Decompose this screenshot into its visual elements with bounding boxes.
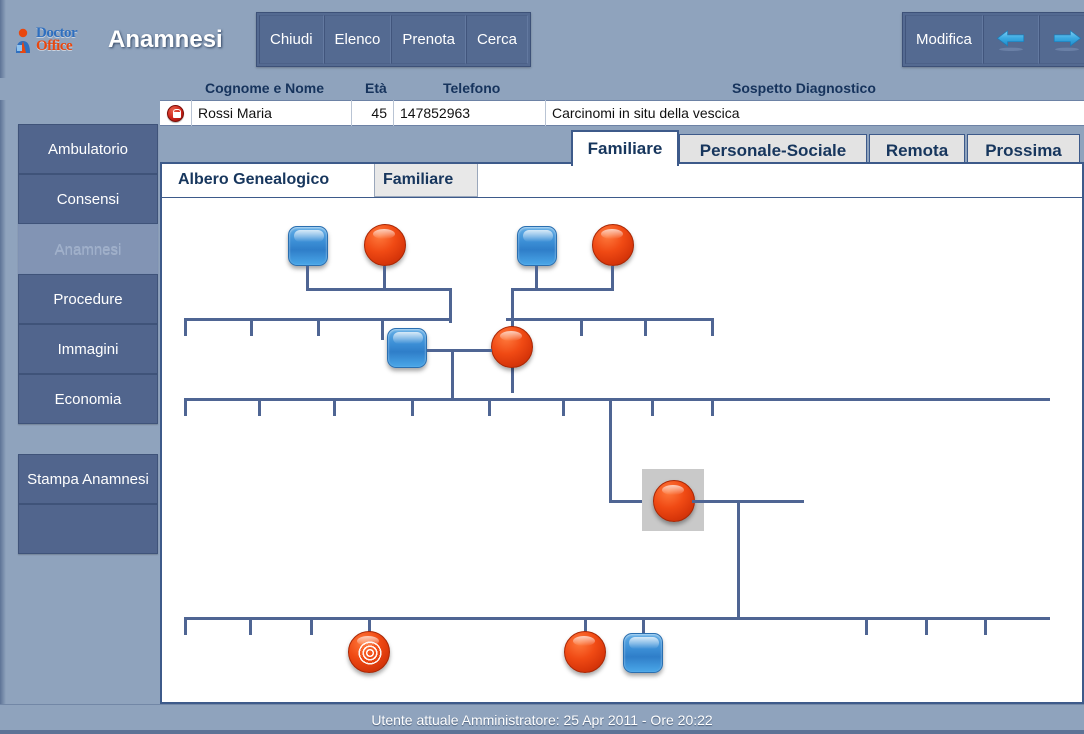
sibling-tick bbox=[310, 617, 313, 635]
patient-phone-cell[interactable]: 147852963 bbox=[394, 100, 546, 126]
previous-record-button[interactable] bbox=[982, 15, 1039, 64]
female-node-icon bbox=[592, 224, 634, 266]
sibling-tick bbox=[562, 398, 565, 416]
tree-line bbox=[511, 288, 538, 291]
male-node-icon bbox=[288, 226, 328, 266]
sibling-tick bbox=[249, 617, 252, 635]
page-title: Anamnesi bbox=[108, 26, 223, 53]
patient-table-header: Cognome e Nome Età Telefono Sospetto Dia… bbox=[160, 78, 1084, 100]
sidebar-item-economia[interactable]: Economia bbox=[18, 374, 158, 424]
modifica-button[interactable]: Modifica bbox=[905, 15, 983, 64]
logo-text-office: Office bbox=[36, 38, 73, 54]
sibling-tick bbox=[580, 318, 583, 336]
arrow-right-icon bbox=[1053, 29, 1082, 51]
male-node-icon bbox=[623, 633, 663, 673]
elenco-button[interactable]: Elenco bbox=[323, 15, 392, 64]
genealogy-tree-canvas[interactable] bbox=[172, 206, 1072, 696]
column-header-phone: Telefono bbox=[443, 80, 501, 96]
column-header-diagnosis: Sospetto Diagnostico bbox=[732, 80, 876, 96]
tree-line bbox=[535, 266, 538, 290]
patient-status-cell[interactable] bbox=[160, 100, 192, 126]
toolbar-left-group: Chiudi Elenco Prenota Cerca bbox=[256, 12, 531, 67]
tree-line bbox=[611, 266, 614, 290]
sibling-tick bbox=[711, 398, 714, 416]
sibling-bar bbox=[184, 617, 1050, 620]
sibling-bar bbox=[506, 318, 714, 321]
tree-line bbox=[383, 266, 386, 290]
female-node-icon bbox=[653, 480, 695, 522]
content-panel: Albero Genealogico Familiare bbox=[160, 162, 1084, 704]
sibling-tick bbox=[651, 398, 654, 416]
sibling-tick bbox=[250, 318, 253, 336]
tab-familiare[interactable]: Familiare bbox=[571, 130, 679, 166]
chiudi-button[interactable]: Chiudi bbox=[259, 15, 324, 64]
tree-line bbox=[427, 349, 492, 352]
sidebar-item-consensi[interactable]: Consensi bbox=[18, 174, 158, 224]
window-left-edge bbox=[0, 0, 6, 78]
arrow-left-icon bbox=[996, 29, 1024, 51]
toolbar-right-group: Modifica bbox=[902, 12, 1084, 67]
status-bar-text: Utente attuale Amministratore: 25 Apr 20… bbox=[371, 711, 713, 728]
sub-tab-bar: Albero Genealogico Familiare bbox=[162, 164, 1082, 198]
male-node-icon bbox=[517, 226, 557, 266]
sibling-tick bbox=[184, 398, 187, 416]
tree-line bbox=[451, 349, 454, 399]
sibling-tick bbox=[644, 318, 647, 336]
sibling-tick bbox=[317, 318, 320, 336]
column-header-name: Cognome e Nome bbox=[205, 80, 325, 96]
patient-row[interactable]: Rossi Maria 45 147852963 Carcinomi in si… bbox=[160, 100, 1084, 126]
sidebar-item-spare[interactable] bbox=[18, 504, 158, 554]
female-node-icon bbox=[564, 631, 606, 673]
sibling-tick bbox=[258, 398, 261, 416]
sidebar-item-anamnesi[interactable]: Anamnesi bbox=[18, 224, 158, 274]
female-node-icon bbox=[491, 326, 533, 368]
tree-line bbox=[535, 288, 614, 291]
subtab-albero-genealogico[interactable]: Albero Genealogico bbox=[170, 164, 372, 197]
column-header-age: Età bbox=[365, 80, 387, 96]
sibling-tick bbox=[184, 318, 187, 336]
sidebar-left-edge bbox=[0, 100, 6, 704]
patient-name-cell[interactable]: Rossi Maria bbox=[192, 100, 352, 126]
sibling-tick bbox=[984, 617, 987, 635]
female-affected-node-icon bbox=[348, 631, 390, 673]
sibling-tick bbox=[488, 398, 491, 416]
sidebar-item-ambulatorio[interactable]: Ambulatorio bbox=[18, 124, 158, 174]
male-node-icon bbox=[387, 328, 427, 368]
prenota-button[interactable]: Prenota bbox=[391, 15, 466, 64]
sibling-bar bbox=[184, 398, 1050, 401]
sidebar-item-immagini[interactable]: Immagini bbox=[18, 324, 158, 374]
main-tab-bar: Familiare Personale-Sociale Remota Pross… bbox=[160, 126, 1084, 166]
application-window: Doctor Office Anamnesi Chiudi Elenco Pre… bbox=[0, 0, 1084, 734]
next-record-button[interactable] bbox=[1038, 15, 1084, 64]
sibling-tick bbox=[865, 617, 868, 635]
tree-line bbox=[737, 500, 740, 619]
sibling-tick bbox=[925, 617, 928, 635]
tree-line bbox=[609, 398, 612, 503]
tree-line bbox=[306, 288, 452, 291]
sibling-tick bbox=[184, 617, 187, 635]
cerca-button[interactable]: Cerca bbox=[465, 15, 528, 64]
tree-line bbox=[306, 266, 309, 290]
patient-diagnosis-cell[interactable]: Carcinomi in situ della vescica bbox=[546, 100, 1084, 126]
doctor-person-icon bbox=[16, 28, 30, 53]
doctor-office-logo: Doctor Office bbox=[14, 25, 100, 56]
tree-line bbox=[381, 318, 384, 340]
sibling-tick bbox=[411, 398, 414, 416]
patient-age-cell[interactable]: 45 bbox=[352, 100, 394, 126]
female-node-icon bbox=[364, 224, 406, 266]
top-toolbar: Doctor Office Anamnesi Chiudi Elenco Pre… bbox=[0, 0, 1084, 78]
window-bottom-edge bbox=[0, 730, 1084, 734]
sidebar-item-procedure[interactable]: Procedure bbox=[18, 274, 158, 324]
sidebar: Ambulatorio Consensi Anamnesi Procedure … bbox=[0, 100, 160, 704]
sidebar-item-stampa-anamnesi[interactable]: Stampa Anamnesi bbox=[18, 454, 158, 504]
sibling-tick bbox=[711, 318, 714, 336]
sibling-tick bbox=[333, 398, 336, 416]
tree-line bbox=[692, 500, 804, 503]
subtab-familiare[interactable]: Familiare bbox=[374, 164, 478, 197]
lock-icon[interactable] bbox=[167, 104, 184, 122]
